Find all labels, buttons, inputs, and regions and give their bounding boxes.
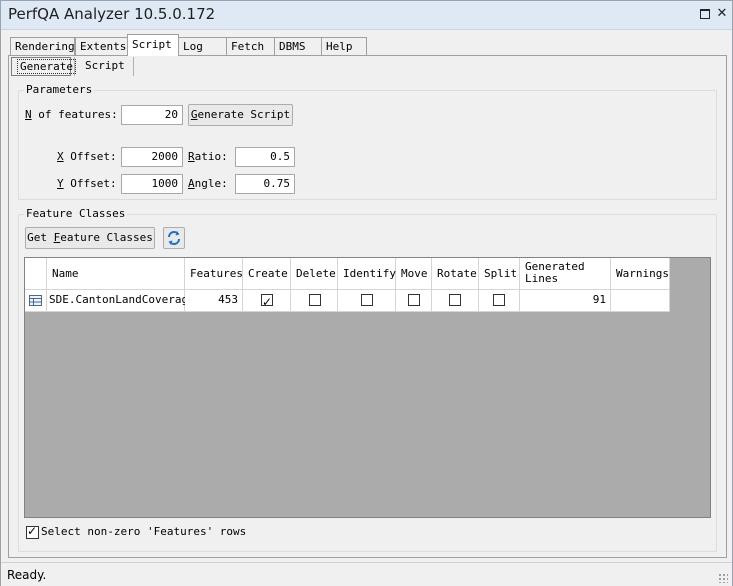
column-header-delete[interactable]: Delete <box>291 258 338 290</box>
tab-extents[interactable]: Extents <box>75 37 128 55</box>
column-header-split[interactable]: Split <box>479 258 520 290</box>
grid-corner-header <box>25 258 47 290</box>
cell-features[interactable]: 453 <box>185 290 243 312</box>
tab-fetch[interactable]: Fetch <box>226 37 275 55</box>
column-header-features[interactable]: Features <box>185 258 243 290</box>
column-header-warnings[interactable]: Warnings <box>611 258 670 290</box>
tab-help[interactable]: Help <box>321 37 367 55</box>
column-header-move[interactable]: Move <box>396 258 432 290</box>
column-header-name[interactable]: Name <box>47 258 185 290</box>
column-header-rotate[interactable]: Rotate <box>432 258 479 290</box>
refresh-icon[interactable] <box>163 227 185 249</box>
y-offset-label: Y Offset: <box>57 177 117 190</box>
select-nonzero-checkbox[interactable] <box>26 524 39 539</box>
move-checkbox[interactable] <box>408 294 420 306</box>
rotate-checkbox[interactable] <box>449 294 461 306</box>
table-icon <box>29 295 42 306</box>
y-offset-input[interactable]: 1000 <box>121 174 183 194</box>
maximize-icon[interactable] <box>698 6 712 22</box>
subtab-script[interactable]: Script <box>80 57 135 76</box>
cell-move[interactable] <box>396 290 432 312</box>
close-icon[interactable]: ✕ <box>715 6 729 22</box>
app-window: PerfQA Analyzer 10.5.0.172 ✕ Rendering E… <box>0 0 733 586</box>
subtab-divider <box>133 57 134 76</box>
status-bar: Ready. <box>1 562 732 586</box>
split-checkbox[interactable] <box>493 294 505 306</box>
window-title: PerfQA Analyzer 10.5.0.172 <box>8 5 216 23</box>
ratio-input[interactable]: 0.5 <box>235 147 295 167</box>
cell-name[interactable]: SDE.CantonLandCoverage <box>47 290 195 312</box>
tab-log[interactable]: Log <box>178 37 227 55</box>
angle-input[interactable]: 0.75 <box>235 174 295 194</box>
cell-split[interactable] <box>479 290 520 312</box>
tab-rendering[interactable]: Rendering <box>10 37 75 55</box>
get-feature-classes-button[interactable]: Get Feature Classes <box>25 227 155 249</box>
x-offset-label: X Offset: <box>57 150 117 163</box>
x-offset-input[interactable]: 2000 <box>121 147 183 167</box>
select-nonzero-label[interactable]: Select non-zero 'Features' rows <box>41 525 246 538</box>
delete-checkbox[interactable] <box>309 294 321 306</box>
cell-rotate[interactable] <box>432 290 479 312</box>
feature-classes-grid[interactable]: Name Features Create Delete Identify Mov… <box>24 257 711 518</box>
ratio-label: Ratio: <box>188 150 228 163</box>
title-bar[interactable]: PerfQA Analyzer 10.5.0.172 ✕ <box>1 1 732 30</box>
percent-features-label: N of features: <box>25 108 118 121</box>
subtab-divider <box>74 57 75 76</box>
column-header-generated-lines[interactable]: Generated Lines <box>520 258 611 290</box>
tab-dbms[interactable]: DBMS <box>274 37 322 55</box>
status-text: Ready. <box>7 568 47 582</box>
identify-checkbox[interactable] <box>361 294 373 306</box>
percent-features-input[interactable]: 20 <box>121 105 183 125</box>
subtab-generate-label: Generate <box>17 59 76 74</box>
create-checkbox[interactable] <box>261 292 273 312</box>
column-header-identify[interactable]: Identify <box>338 258 396 290</box>
angle-label: Angle: <box>188 177 228 190</box>
cell-create[interactable] <box>243 290 291 312</box>
feature-classes-group-title: Feature Classes <box>24 207 128 220</box>
resize-grip-icon[interactable] <box>718 573 728 583</box>
row-header-cell[interactable] <box>25 290 47 312</box>
subtab-generate[interactable]: Generate <box>11 57 76 76</box>
cell-generated-lines[interactable]: 91 <box>520 290 611 312</box>
parameters-group-title: Parameters <box>24 83 95 96</box>
cell-identify[interactable] <box>338 290 396 312</box>
cell-delete[interactable] <box>291 290 338 312</box>
generate-script-button[interactable]: Generate Script <box>188 104 293 126</box>
column-header-create[interactable]: Create <box>243 258 291 290</box>
cell-warnings[interactable] <box>611 290 670 312</box>
tab-script[interactable]: Script <box>127 34 179 56</box>
